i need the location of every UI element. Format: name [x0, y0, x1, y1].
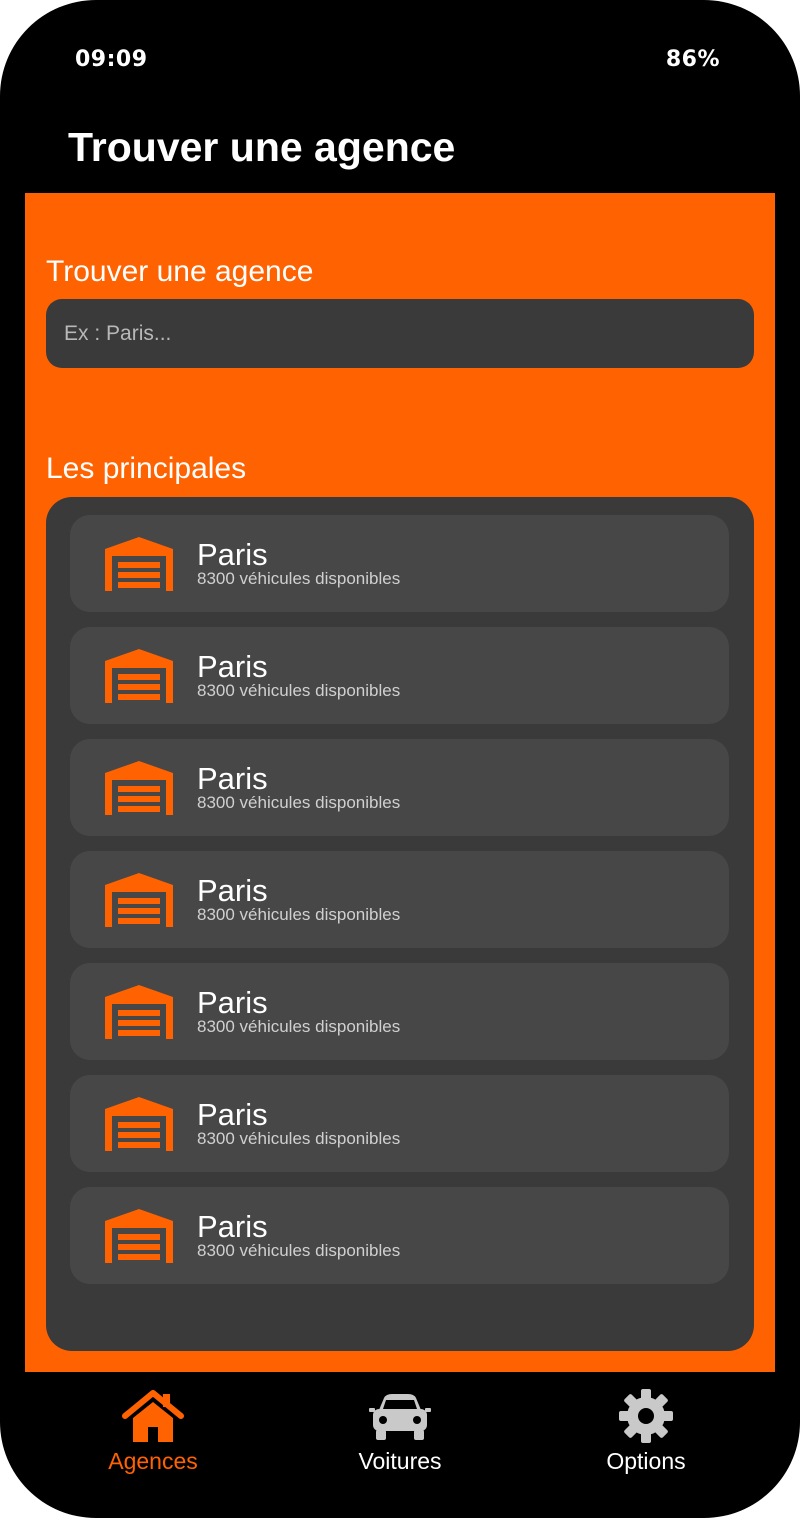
status-time: 09:09 [75, 47, 148, 72]
garage-icon [104, 759, 174, 815]
agency-name: Paris [197, 537, 268, 572]
garage-icon [104, 535, 174, 591]
agency-vehicle-count: 8300 véhicules disponibles [197, 1241, 401, 1260]
agency-card[interactable]: Paris 8300 véhicules disponibles [70, 515, 729, 612]
nav-label-voitures: Voitures [358, 1448, 442, 1474]
status-battery: 86% [665, 47, 720, 72]
agency-name: Paris [197, 1097, 268, 1132]
car-icon [368, 1388, 432, 1444]
garage-icon [104, 983, 174, 1039]
agency-vehicle-count: 8300 véhicules disponibles [197, 1129, 401, 1148]
agency-card[interactable]: Paris 8300 véhicules disponibles [70, 739, 729, 836]
search-label: Trouver une agence [46, 255, 314, 288]
home-icon [121, 1388, 185, 1444]
agency-card[interactable]: Paris 8300 véhicules disponibles [70, 1187, 729, 1284]
main-agencies-label: Les principales [46, 452, 247, 485]
agency-name: Paris [197, 761, 268, 796]
search-input[interactable] [46, 299, 754, 368]
agency-card[interactable]: Paris 8300 véhicules disponibles [70, 851, 729, 948]
nav-label-agences: Agences [108, 1448, 198, 1474]
bottom-nav: Agences Voitures Options [0, 1372, 800, 1518]
agency-card[interactable]: Paris 8300 véhicules disponibles [70, 963, 729, 1060]
agency-vehicle-count: 8300 véhicules disponibles [197, 1017, 401, 1036]
phone-screen: 09:09 86% Trouver une agence Trouver une… [0, 0, 800, 1518]
page-title: Trouver une agence [68, 124, 456, 170]
agency-vehicle-count: 8300 véhicules disponibles [197, 569, 401, 588]
agency-list: Paris 8300 véhicules disponibles Paris 8… [46, 497, 754, 1351]
agency-name: Paris [197, 649, 268, 684]
agency-vehicle-count: 8300 véhicules disponibles [197, 905, 401, 924]
garage-icon [104, 647, 174, 703]
gear-icon [614, 1388, 678, 1444]
nav-item-agences[interactable]: Agences [63, 1388, 243, 1478]
agency-card[interactable]: Paris 8300 véhicules disponibles [70, 627, 729, 724]
nav-item-voitures[interactable]: Voitures [310, 1388, 490, 1478]
garage-icon [104, 1207, 174, 1263]
main-content: Trouver une agence Les principales Paris… [25, 193, 775, 1372]
agency-vehicle-count: 8300 véhicules disponibles [197, 793, 401, 812]
agency-name: Paris [197, 985, 268, 1020]
nav-item-options[interactable]: Options [556, 1388, 736, 1478]
nav-label-options: Options [606, 1448, 686, 1474]
agency-name: Paris [197, 873, 268, 908]
agency-vehicle-count: 8300 véhicules disponibles [197, 681, 401, 700]
agency-name: Paris [197, 1209, 268, 1244]
garage-icon [104, 871, 174, 927]
agency-card[interactable]: Paris 8300 véhicules disponibles [70, 1075, 729, 1172]
garage-icon [104, 1095, 174, 1151]
